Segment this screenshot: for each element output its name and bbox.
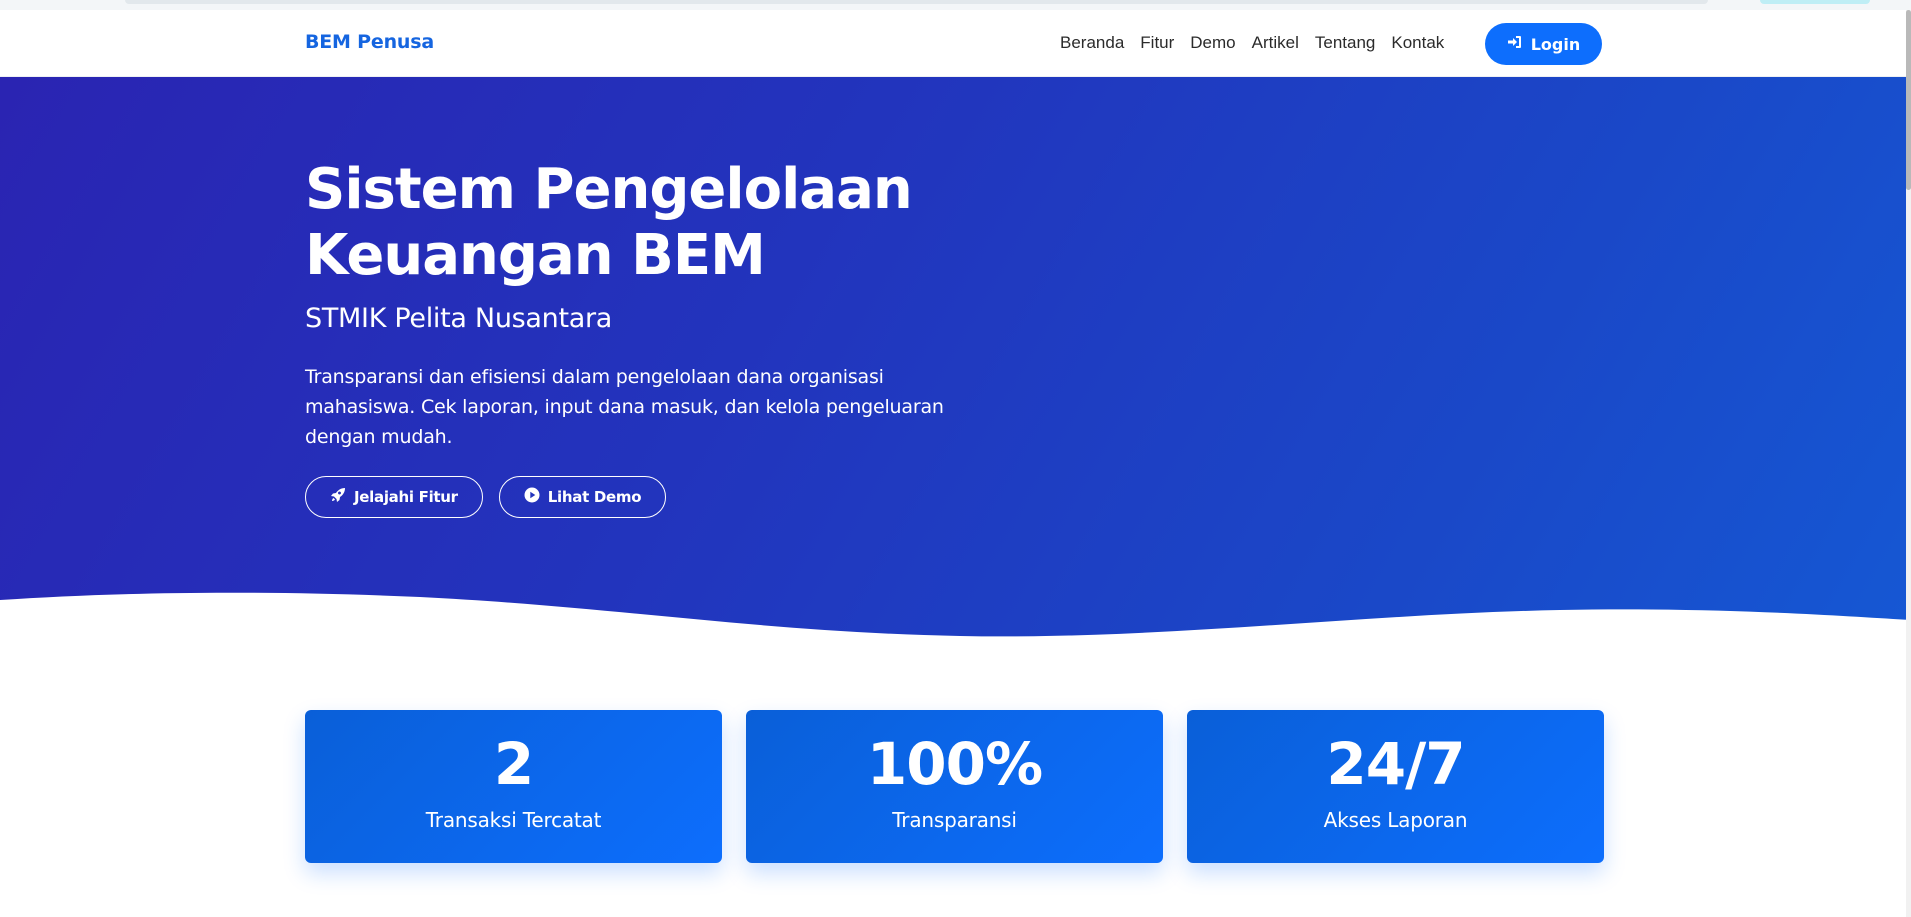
brand-logo[interactable]: BEM Penusa [305,31,434,53]
nav-link-demo[interactable]: Demo [1190,33,1235,53]
stat-label: Akses Laporan [1323,808,1468,832]
stat-card-transactions: 2 Transaksi Tercatat [305,710,722,863]
hero-title: Sistem Pengelolaan Keuangan BEM [305,157,913,288]
rocket-icon [330,487,346,507]
nav-link-beranda[interactable]: Beranda [1060,33,1124,53]
stat-value: 100% [866,730,1043,798]
scrollbar-thumb[interactable] [1906,10,1911,190]
hero-wave-divider [0,592,1911,667]
play-circle-icon [524,487,540,507]
login-button-label: Login [1530,34,1581,54]
nav-links: Beranda Fitur Demo Artikel Tentang Konta… [1060,33,1460,53]
sign-in-icon [1507,34,1523,54]
explore-features-button[interactable]: Jelajahi Fitur [305,476,483,518]
view-demo-button[interactable]: Lihat Demo [498,476,667,518]
page-scrollbar[interactable] [1906,10,1911,917]
stat-value: 2 [493,730,534,798]
stat-card-transparency: 100% Transparansi [746,710,1163,863]
stats-section: 2 Transaksi Tercatat 100% Transparansi 2… [305,710,1604,863]
nav-link-fitur[interactable]: Fitur [1140,33,1174,53]
stat-label: Transaksi Tercatat [425,808,602,832]
toolbar-pill-edge [1760,0,1870,4]
login-button[interactable]: Login [1485,23,1602,65]
view-demo-label: Lihat Demo [547,488,642,506]
hero-buttons: Jelajahi Fitur Lihat Demo [305,476,667,518]
hero-subtitle: STMIK Pelita Nusantara [305,303,613,334]
nav-link-kontak[interactable]: Kontak [1391,33,1444,53]
stat-card-report-access: 24/7 Akses Laporan [1187,710,1604,863]
nav-link-tentang[interactable]: Tentang [1315,33,1376,53]
nav-link-artikel[interactable]: Artikel [1252,33,1299,53]
navbar: BEM Penusa Beranda Fitur Demo Artikel Te… [0,10,1911,77]
hero-description: Transparansi dan efisiensi dalam pengelo… [305,366,944,448]
stat-label: Transparansi [892,808,1017,832]
stat-value: 24/7 [1326,730,1465,798]
hero-section: Sistem Pengelolaan Keuangan BEM STMIK Pe… [0,77,1911,667]
explore-features-label: Jelajahi Fitur [354,488,458,506]
browser-top-strip [0,0,1911,10]
address-bar-edge [125,0,1708,4]
